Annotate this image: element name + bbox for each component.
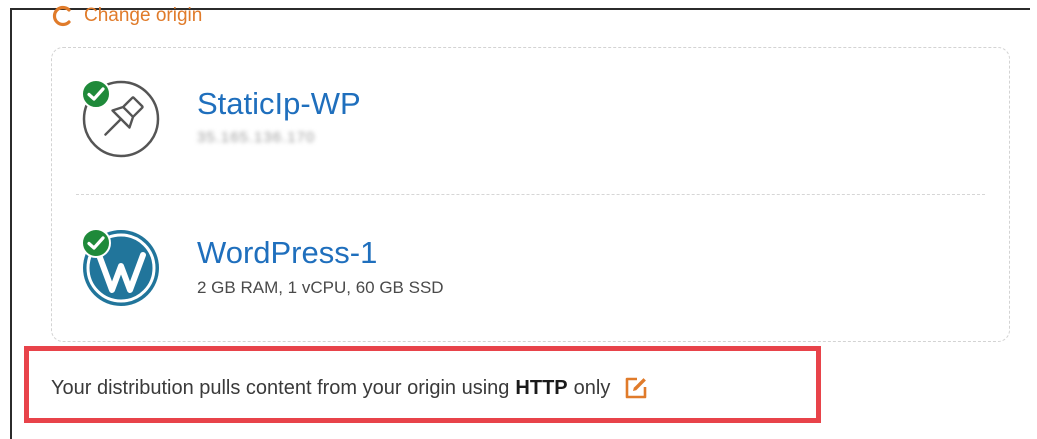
static-ip-text: StaticIp-WP 35.165.136.170	[197, 87, 361, 147]
instance-name[interactable]: WordPress-1	[197, 236, 444, 270]
static-ip-item: StaticIp-WP 35.165.136.170	[78, 73, 361, 159]
protocol-value: HTTP	[515, 376, 568, 399]
distribution-protocol-text: Your distribution pulls content from you…	[51, 376, 648, 400]
origin-card: StaticIp-WP 35.165.136.170 WordPress-1 2…	[51, 47, 1010, 342]
instance-specs: 2 GB RAM, 1 vCPU, 60 GB SSD	[197, 278, 444, 297]
check-circle-icon	[81, 228, 111, 258]
edit-icon[interactable]	[624, 376, 648, 400]
instance-text: WordPress-1 2 GB RAM, 1 vCPU, 60 GB SSD	[197, 236, 444, 298]
static-ip-icon-wrap	[78, 73, 164, 159]
divider	[76, 194, 985, 195]
distribution-text-before: Your distribution pulls content from you…	[51, 376, 510, 399]
change-origin-link[interactable]: Change origin	[52, 2, 202, 30]
refresh-icon	[52, 5, 71, 27]
check-circle-icon	[81, 79, 111, 109]
static-ip-name[interactable]: StaticIp-WP	[197, 87, 361, 121]
distribution-text-after: only	[573, 376, 611, 399]
protocol-highlight-box: Your distribution pulls content from you…	[24, 346, 821, 423]
instance-item: WordPress-1 2 GB RAM, 1 vCPU, 60 GB SSD	[78, 222, 444, 308]
instance-icon-wrap	[78, 222, 164, 308]
static-ip-address: 35.165.136.170	[197, 129, 316, 146]
change-origin-label: Change origin	[84, 5, 203, 26]
